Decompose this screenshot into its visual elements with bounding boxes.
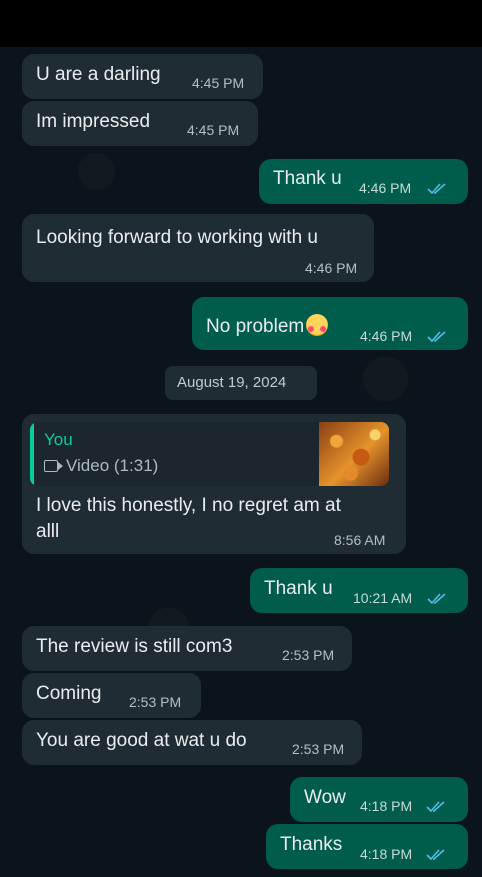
message-time: 4:18 PM [360, 798, 413, 814]
message-time: 4:46 PM [305, 260, 358, 276]
message-text: Coming [36, 683, 102, 704]
smiling-face-with-hearts-icon [306, 314, 329, 336]
reply-author: You [44, 430, 73, 449]
message-time: 2:53 PM [282, 647, 335, 663]
video-thumbnail[interactable] [319, 422, 389, 486]
incoming-message[interactable]: Coming 2:53 PM [22, 673, 201, 718]
incoming-message[interactable]: The review is still com3 2:53 PM [22, 626, 352, 671]
message-time: 8:56 AM [334, 532, 386, 548]
outgoing-message[interactable]: Thank u 4:46 PM [259, 159, 468, 204]
message-time: 4:46 PM [359, 180, 412, 196]
outgoing-message[interactable]: Wow 4:18 PM [290, 777, 468, 822]
video-icon [44, 460, 63, 472]
outgoing-message[interactable]: Thank u 10:21 AM [250, 568, 468, 613]
message-time: 10:21 AM [353, 590, 413, 606]
message-text: Looking forward to working with u [36, 227, 318, 248]
message-time: 2:53 PM [292, 741, 345, 757]
read-ticks-icon [427, 331, 446, 343]
date-divider: August 19, 2024 [165, 366, 317, 400]
message-time: 2:53 PM [129, 694, 182, 710]
message-time: 4:18 PM [360, 846, 413, 862]
date-divider-label: August 19, 2024 [177, 374, 287, 391]
message-text: You are good at wat u do [36, 730, 247, 751]
quoted-reply[interactable]: You Video (1:31) [30, 422, 389, 486]
message-text-part: No problem [206, 316, 305, 337]
outgoing-message[interactable]: No problem 4:46 PM [192, 297, 468, 350]
message-text: Thank u [273, 168, 342, 189]
message-text: Thanks [280, 834, 343, 855]
incoming-message-with-reply[interactable]: You Video (1:31) I love this honestly, I… [22, 414, 406, 554]
message-time: 4:45 PM [192, 75, 245, 91]
message-time: 4:46 PM [360, 328, 413, 344]
reply-media-text: Video (1:31) [66, 456, 159, 475]
incoming-message[interactable]: Looking forward to working with u 4:46 P… [22, 214, 374, 282]
outgoing-message[interactable]: Thanks 4:18 PM [266, 824, 468, 869]
status-bar [0, 0, 482, 47]
read-ticks-icon [427, 183, 446, 195]
message-text: Thank u [264, 578, 333, 599]
incoming-message[interactable]: You are good at wat u do 2:53 PM [22, 720, 362, 765]
reply-media-label: Video (1:31) [44, 456, 158, 476]
message-text: The review is still com3 [36, 636, 233, 657]
message-time: 4:45 PM [187, 122, 240, 138]
message-text: Wow [304, 787, 346, 808]
message-text: Im impressed [36, 111, 151, 132]
message-text: U are a darling [36, 64, 161, 85]
message-text: I love this honestly, I no regret am at [36, 495, 341, 516]
read-ticks-icon [426, 801, 445, 813]
read-ticks-icon [426, 849, 445, 861]
incoming-message[interactable]: U are a darling 4:45 PM [22, 54, 263, 99]
message-text: No problem [206, 310, 329, 340]
incoming-message[interactable]: Im impressed 4:45 PM [22, 101, 258, 146]
message-text-line2: alll [36, 521, 60, 542]
reply-accent-bar [30, 422, 34, 486]
read-ticks-icon [427, 593, 446, 605]
